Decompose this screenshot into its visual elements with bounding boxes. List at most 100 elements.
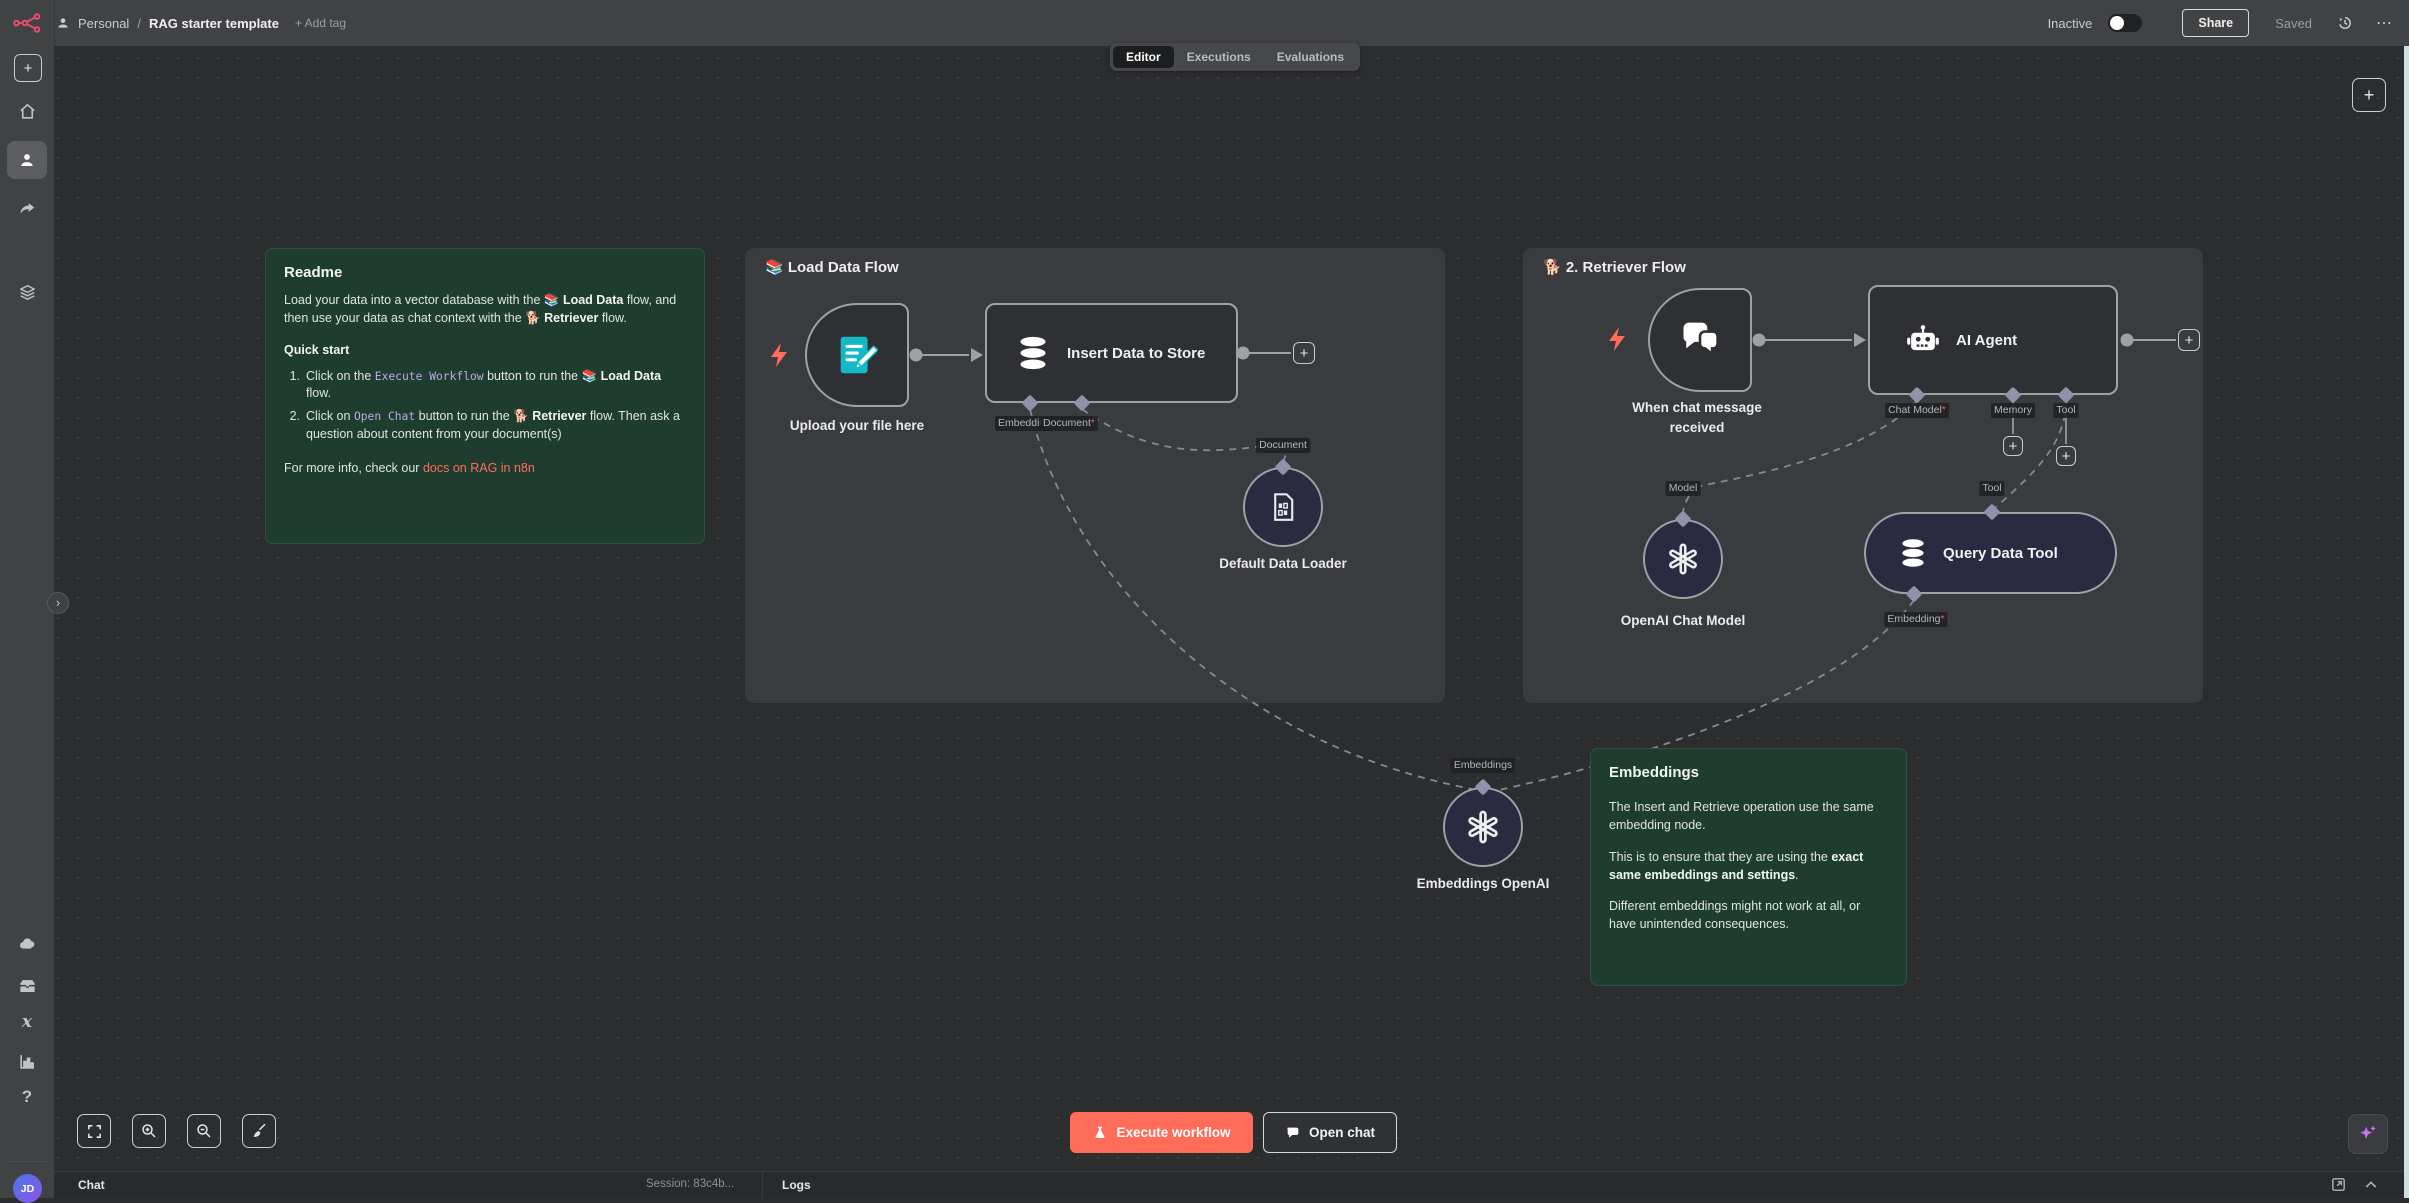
sidebar-item-insights[interactable] [0, 1052, 54, 1071]
readme-step-2: 2. Click on Open Chat button to run the … [284, 408, 686, 444]
right-edge-panel-strip[interactable] [2404, 46, 2409, 1198]
ai-agent-node-title: AI Agent [1956, 332, 2017, 349]
readme-sticky-note[interactable]: Readme Load your data into a vector data… [265, 248, 705, 544]
new-workflow-button[interactable]: + [14, 54, 42, 82]
more-options-button[interactable]: ⋯ [2376, 13, 2393, 33]
sidebar-expand-button[interactable]: › [47, 592, 69, 614]
port-label-text: Tool [2056, 404, 2075, 416]
sidebar-item-cloud-admin[interactable] [0, 934, 54, 953]
sidebar-item-variables[interactable]: x [0, 1014, 54, 1031]
person-icon [56, 16, 70, 30]
step-bold: Retriever [532, 409, 586, 423]
zoom-out-button[interactable] [187, 1114, 221, 1148]
sparkles-icon [2357, 1123, 2379, 1145]
tab-editor[interactable]: Editor [1113, 46, 1174, 68]
step-number: 2. [284, 408, 300, 444]
pop-out-panel-button[interactable] [2330, 1176, 2347, 1193]
add-tag-button[interactable]: + Add tag [295, 16, 346, 30]
chat-trigger-node[interactable] [1648, 288, 1752, 392]
workflow-history-button[interactable] [2336, 14, 2354, 32]
add-memory-button[interactable]: + [2003, 436, 2023, 456]
port-label-text: Model [1669, 482, 1698, 494]
port-label-text: Chat Model [1888, 404, 1942, 416]
zoom-out-icon [195, 1122, 213, 1140]
user-avatar[interactable]: JD [13, 1174, 42, 1203]
chat-panel-label[interactable]: Chat [78, 1178, 105, 1192]
zoom-in-icon [140, 1122, 158, 1140]
port-label-text: Tool [1982, 482, 2001, 494]
upload-trigger-node[interactable] [805, 303, 909, 407]
expand-panel-button[interactable] [2363, 1177, 2379, 1193]
openai-chat-model-label: OpenAI Chat Model [1621, 613, 1746, 628]
share-button[interactable]: Share [2182, 9, 2249, 37]
step-code-open-chat: Open Chat [354, 410, 415, 423]
tidy-up-button[interactable] [242, 1114, 276, 1148]
add-node-after-insert-button[interactable]: + [1293, 342, 1315, 364]
embeddings-openai-node[interactable] [1443, 787, 1523, 867]
ai-agent-node[interactable]: AI Agent [1868, 285, 2118, 395]
zoom-in-button[interactable] [132, 1114, 166, 1148]
step-code-execute-workflow: Execute Workflow [375, 370, 484, 383]
templates-box-icon [18, 977, 37, 996]
execute-workflow-button[interactable]: Execute workflow [1070, 1112, 1253, 1153]
sidebar-item-personal[interactable] [0, 151, 54, 169]
binary-document-icon [1266, 490, 1300, 524]
sidebar-item-help[interactable]: ? [0, 1088, 54, 1105]
sidebar-item-templates[interactable] [0, 977, 54, 996]
n8n-logo[interactable] [0, 0, 55, 46]
activation-toggle[interactable] [2108, 14, 2142, 32]
view-tabs: Editor Executions Evaluations [1110, 43, 1360, 71]
default-data-loader-node[interactable] [1243, 467, 1323, 547]
step-bold: Load Data [601, 369, 661, 383]
step-number: 1. [284, 368, 300, 404]
tab-evaluations[interactable]: Evaluations [1264, 46, 1357, 68]
chat-bubble-icon [1285, 1125, 1301, 1141]
chevron-up-icon [2363, 1177, 2379, 1193]
breadcrumb-separator: / [137, 16, 141, 31]
note-text: This is to ensure that they are using th… [1609, 850, 1831, 864]
insert-data-node-title: Insert Data to Store [1067, 345, 1205, 362]
add-node-after-agent-button[interactable]: + [2178, 329, 2200, 351]
embeddings-sticky-note[interactable]: Embeddings The Insert and Retrieve opera… [1590, 748, 1907, 986]
docs-rag-link[interactable]: docs on RAG in n8n [423, 461, 535, 475]
openai-chat-model-node[interactable] [1643, 519, 1723, 599]
ai-assistant-button[interactable] [2348, 1114, 2388, 1154]
upload-trigger-label: Upload your file here [790, 418, 924, 433]
readme-intro: Load your data into a vector database wi… [284, 292, 686, 328]
sidebar-item-shared[interactable] [0, 200, 54, 219]
sidebar-item-home[interactable] [0, 102, 54, 121]
sidebar-item-executions-stack[interactable] [0, 283, 54, 302]
chat-trigger-label-line2: received [1670, 420, 1725, 435]
agent-chat-model-port-label: Chat Model* [1885, 403, 1949, 418]
embeddings-note-title: Embeddings [1609, 762, 1888, 783]
add-tool-button[interactable]: + [2056, 446, 2076, 466]
required-mark: * [1942, 404, 1946, 416]
bottom-panel-bar: Chat Session: 83c4b... Logs [54, 1171, 2409, 1198]
add-node-button[interactable]: + [2352, 78, 2386, 112]
query-data-tool-node[interactable]: Query Data Tool [1864, 512, 2117, 594]
database-icon [1896, 536, 1930, 570]
zoom-to-fit-button[interactable] [77, 1114, 111, 1148]
fit-view-icon [86, 1123, 103, 1140]
trigger-bolt-icon [768, 342, 790, 368]
breadcrumb-project[interactable]: Personal [78, 16, 129, 31]
readme-more-info-text: For more info, check our [284, 461, 423, 475]
readme-quick-start-heading: Quick start [284, 343, 349, 357]
embeddings-port-label: Embeddings [1451, 758, 1515, 773]
saved-status: Saved [2275, 16, 2312, 31]
workflow-name[interactable]: RAG starter template [149, 16, 279, 31]
required-mark: * [1941, 613, 1945, 625]
openai-model-port-label: Model [1666, 481, 1701, 496]
openai-logo-icon [1464, 808, 1502, 846]
port-label-text: Document [1259, 439, 1307, 451]
readme-intro-bold-retriever: Retriever [544, 311, 598, 325]
agent-memory-port-label: Memory [1991, 403, 2035, 418]
open-chat-button[interactable]: Open chat [1263, 1112, 1397, 1153]
insert-data-node[interactable]: Insert Data to Store [985, 303, 1238, 403]
sidebar-divider [8, 1161, 46, 1162]
step-text: button to run the 📚 [484, 369, 601, 383]
tab-executions[interactable]: Executions [1174, 46, 1264, 68]
workflow-canvas[interactable]: 📚 Load Data Flow 🐕 2. Retriever Flow [0, 0, 2409, 1198]
share-arrow-icon [18, 200, 37, 219]
logs-panel-label[interactable]: Logs [782, 1178, 811, 1192]
